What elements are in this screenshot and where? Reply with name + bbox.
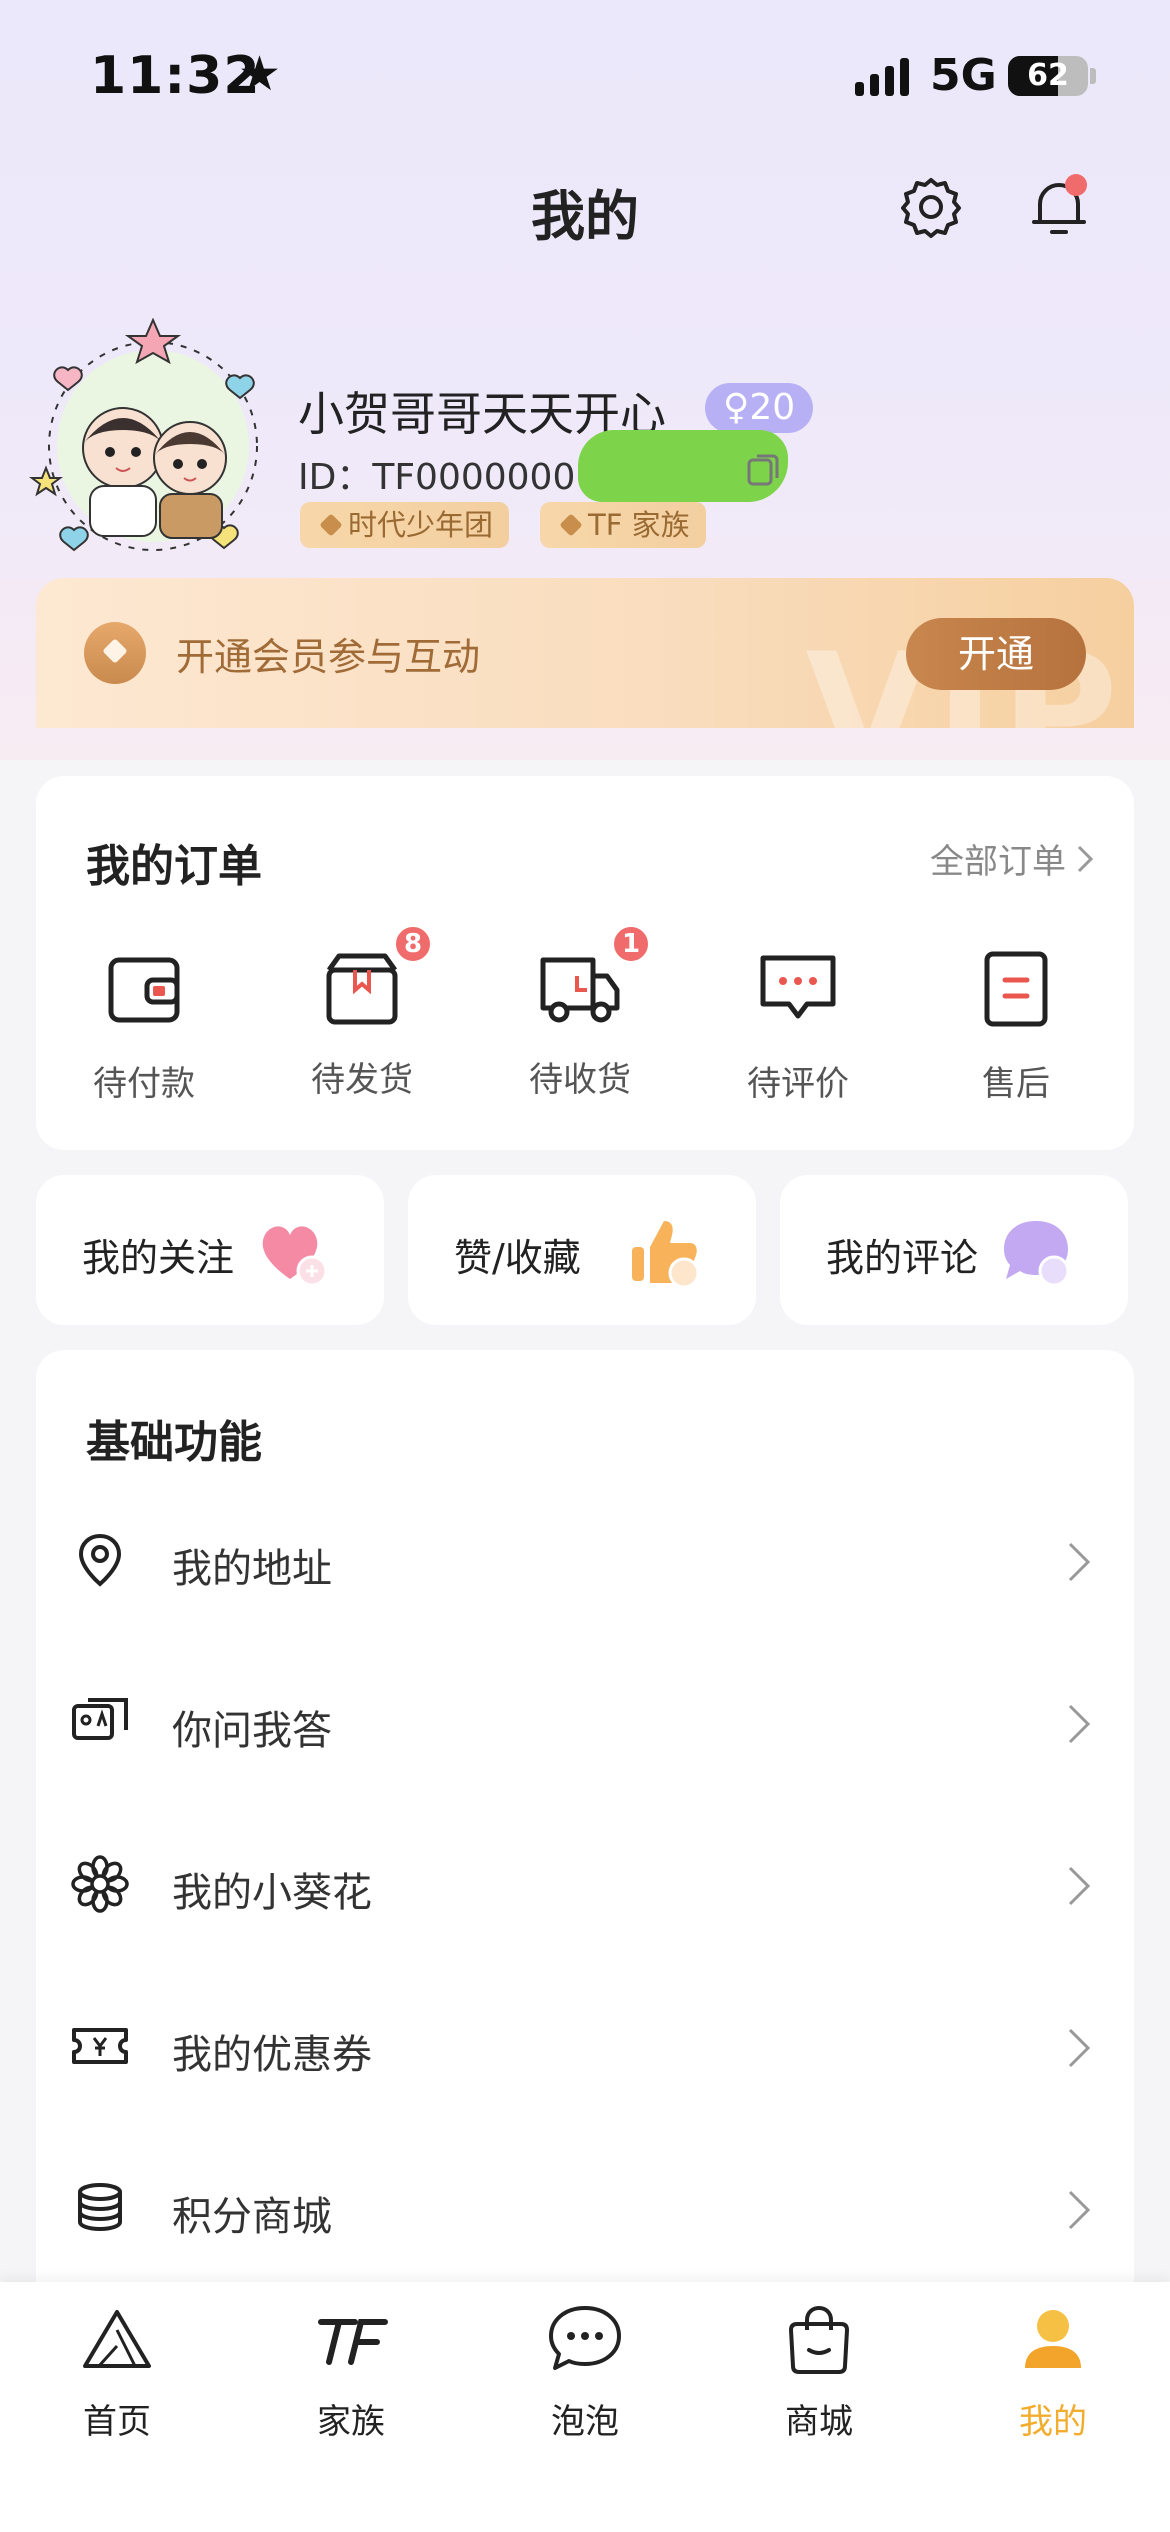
fan-tag-tnt[interactable]: 时代少年团 — [300, 502, 510, 548]
menu-item-label: 我的优惠券 — [172, 2032, 372, 2078]
menu-item-points-mall[interactable]: 积分商城 — [36, 2128, 1134, 2290]
order-count-badge: 1 — [611, 924, 651, 964]
qa-icon — [72, 1698, 128, 1740]
chat-bubble-icon — [549, 2306, 621, 2370]
status-bar: 11:32 ★ 5G 62 — [0, 0, 1170, 150]
basic-functions-title: 基础功能 — [86, 1417, 262, 1468]
basic-functions-card: 基础功能 我的地址 你问我答 我的小葵花 我的优惠券 积分商城 — [36, 1350, 1134, 2360]
settings-icon[interactable] — [896, 172, 966, 242]
chevron-right-icon — [1068, 2190, 1091, 2230]
tab-home[interactable]: 首页 — [42, 2300, 192, 2443]
tab-family[interactable]: 家族 — [276, 2300, 426, 2443]
order-pending-review[interactable]: 待评价 — [718, 946, 878, 1105]
battery-level: 62 — [1027, 58, 1069, 93]
coins-stack-icon — [78, 2183, 122, 2232]
all-orders-label: 全部订单 — [930, 842, 1066, 882]
avatar[interactable] — [28, 318, 278, 568]
tab-label: 我的 — [1019, 2402, 1087, 2442]
menu-item-label: 我的小葵花 — [172, 1870, 372, 1916]
fan-tag-tf[interactable]: TF 家族 — [540, 502, 706, 548]
order-label: 售后 — [982, 1064, 1050, 1104]
battery-icon: 62 — [1008, 56, 1088, 96]
orders-card: 我的订单 全部订单 待付款 8 待发货 1 待收货 待评价 售后 — [36, 776, 1134, 1150]
all-orders-link[interactable]: 全部订单 — [930, 834, 1094, 883]
sunflower-icon — [71, 1855, 129, 1913]
star-icon: ★ — [238, 46, 282, 102]
user-id: ID：TF0000000 — [298, 457, 576, 498]
tab-label: 商城 — [785, 2402, 853, 2442]
vip-diamond-icon — [84, 622, 146, 684]
bottom-tab-bar: 首页 家族 泡泡 商城 我的 — [0, 2282, 1170, 2532]
order-pending-receipt[interactable]: 1 待收货 — [500, 924, 660, 1101]
quick-link-label: 赞/收藏 — [454, 1236, 581, 1280]
order-count-badge: 8 — [393, 924, 433, 964]
box-icon — [326, 953, 398, 1025]
fan-tag-label: 时代少年团 — [348, 508, 494, 542]
quick-link-comments[interactable]: 我的评论 — [780, 1175, 1128, 1325]
truck-icon — [540, 957, 620, 1023]
chevron-right-icon — [1068, 2028, 1091, 2068]
home-triangle-icon — [83, 2310, 151, 2368]
diamond-icon — [319, 513, 343, 537]
quick-link-label: 我的评论 — [826, 1236, 979, 1280]
tab-bubble[interactable]: 泡泡 — [510, 2300, 660, 2443]
orders-title: 我的订单 — [86, 841, 262, 892]
order-label: 待评价 — [747, 1064, 849, 1104]
quick-link-label: 我的关注 — [82, 1236, 235, 1280]
page-title: 我的 — [531, 185, 639, 248]
thumbs-up-icon — [632, 1221, 700, 1289]
level-badge: ♀20 — [705, 383, 814, 433]
chevron-right-icon — [1077, 845, 1094, 872]
menu-item-qa[interactable]: 你问我答 — [36, 1642, 1134, 1804]
chevron-right-icon — [1068, 1542, 1091, 1582]
diamond-icon — [559, 513, 583, 537]
tab-shop[interactable]: 商城 — [744, 2300, 894, 2443]
order-label: 待发货 — [311, 1060, 413, 1100]
tf-logo-icon — [318, 2319, 388, 2365]
notification-dot — [1065, 174, 1087, 196]
fan-tag-label: TF 家族 — [588, 508, 690, 542]
network-type: 5G — [930, 50, 997, 101]
tab-label: 首页 — [83, 2402, 151, 2442]
menu-item-sunflower[interactable]: 我的小葵花 — [36, 1804, 1134, 1966]
chat-bubble-icon — [1004, 1221, 1070, 1287]
vip-open-button[interactable]: 开通 — [906, 618, 1086, 690]
quick-link-follows[interactable]: 我的关注 — [36, 1175, 384, 1325]
heart-icon — [262, 1226, 328, 1287]
tab-label: 泡泡 — [551, 2402, 619, 2442]
menu-item-address[interactable]: 我的地址 — [36, 1480, 1134, 1642]
tab-mine[interactable]: 我的 — [978, 2300, 1128, 2443]
comment-icon — [760, 955, 836, 1019]
menu-item-label: 积分商城 — [172, 2194, 332, 2240]
quick-link-likes[interactable]: 赞/收藏 — [408, 1175, 756, 1325]
coupon-icon — [72, 2028, 128, 2064]
signal-icon — [855, 58, 909, 96]
chevron-right-icon — [1068, 1704, 1091, 1744]
location-pin-icon — [78, 1533, 122, 1587]
vip-promo-text: 开通会员参与互动 — [176, 635, 481, 679]
tab-label: 家族 — [317, 2402, 385, 2442]
vip-banner[interactable]: VIP 开通会员参与互动 开通 — [36, 578, 1134, 728]
level-text: ♀20 — [723, 387, 796, 428]
order-after-sales[interactable]: 售后 — [936, 946, 1096, 1105]
menu-item-label: 我的地址 — [172, 1546, 332, 1592]
shopping-bag-icon — [789, 2305, 849, 2374]
menu-item-coupons[interactable]: 我的优惠券 — [36, 1966, 1134, 2128]
after-sales-icon — [984, 951, 1048, 1027]
status-time: 11:32 — [90, 46, 261, 106]
order-label: 待付款 — [93, 1064, 195, 1104]
wallet-icon — [108, 957, 180, 1023]
order-pending-shipment[interactable]: 8 待发货 — [282, 924, 442, 1101]
order-label: 待收货 — [529, 1060, 631, 1100]
chevron-right-icon — [1068, 1866, 1091, 1906]
order-pending-payment[interactable]: 待付款 — [64, 946, 224, 1105]
battery-tip — [1090, 68, 1096, 84]
user-icon — [1025, 2310, 1081, 2368]
copy-icon[interactable] — [745, 452, 781, 488]
menu-item-label: 你问我答 — [172, 1708, 332, 1754]
